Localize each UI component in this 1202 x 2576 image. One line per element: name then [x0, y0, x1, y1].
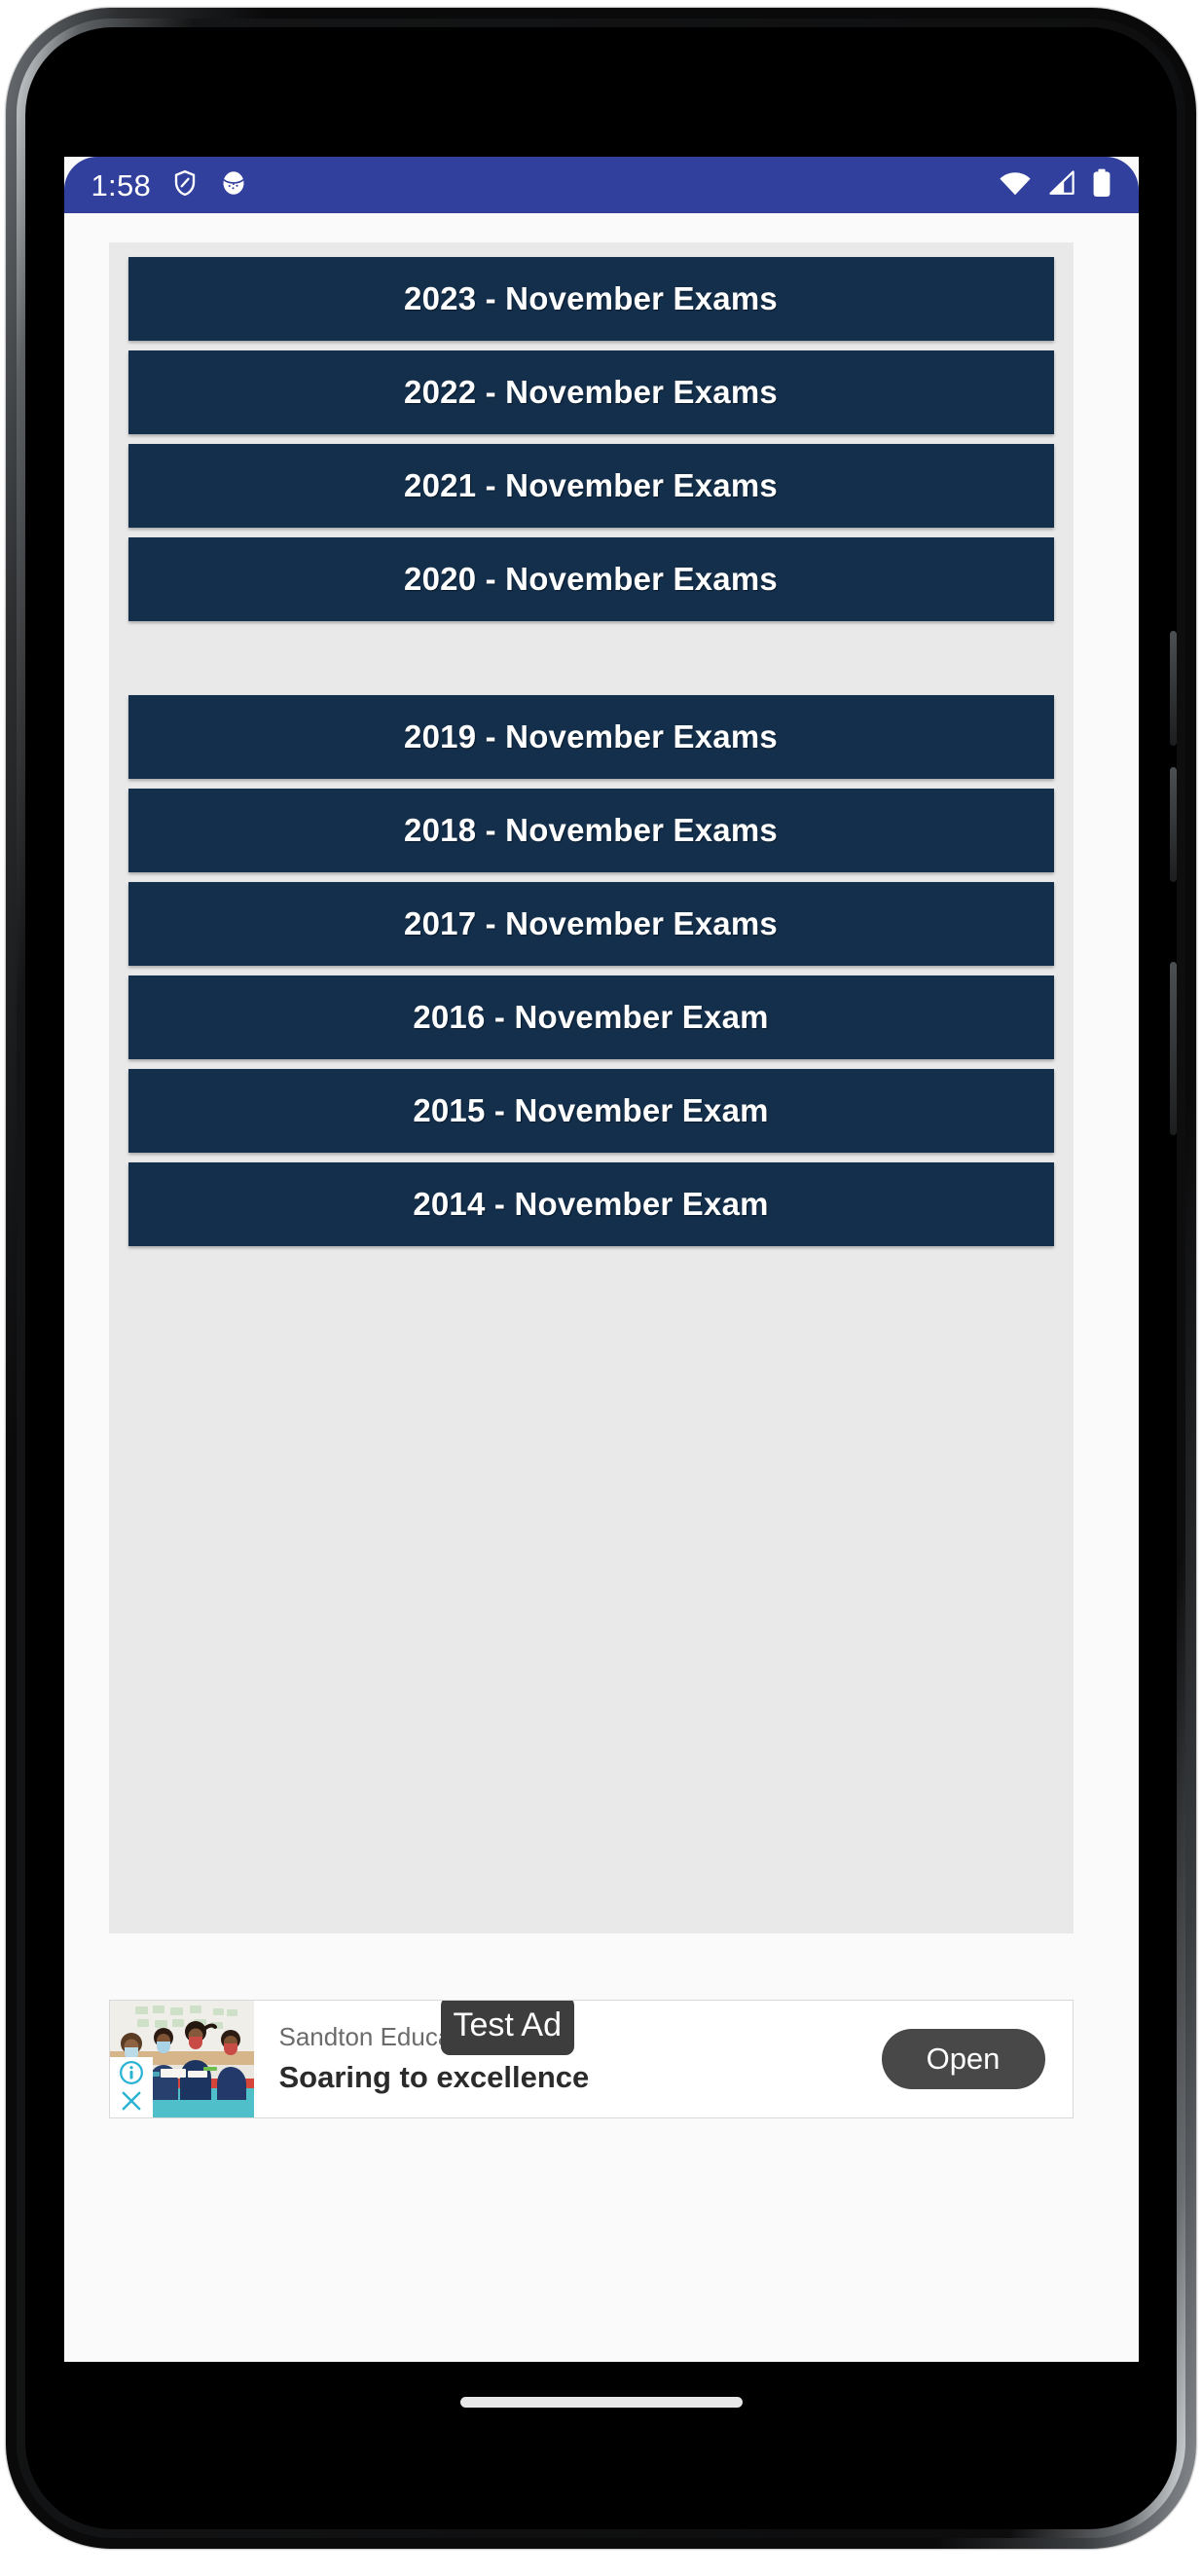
app-window: 1:58 2023 - November Exams 2022 - Novemb… — [63, 43, 1139, 2514]
power-button[interactable] — [1170, 962, 1177, 1135]
phone-frame-middle: 1:58 2023 - November Exams 2022 - Novemb… — [17, 18, 1185, 2538]
cellular-signal-icon — [1048, 169, 1075, 201]
exam-button-label: 2015 - November Exam — [413, 1092, 769, 1128]
browser-icon — [219, 168, 248, 202]
exam-button-2022[interactable]: 2022 - November Exams — [127, 350, 1054, 434]
exam-button-label: 2014 - November Exam — [413, 1186, 769, 1222]
status-bar: 1:58 — [63, 157, 1139, 213]
volume-up-button[interactable] — [1170, 631, 1177, 746]
system-navigation-bar — [63, 2362, 1139, 2514]
status-bar-clock: 1:58 — [91, 167, 152, 202]
ad-open-button[interactable]: Open — [881, 2029, 1045, 2089]
exam-button-label: 2020 - November Exams — [404, 561, 778, 597]
ad-text-block: Sandton Education Group Soaring to excel… — [254, 2001, 872, 2117]
exam-list-panel: 2023 - November Exams 2022 - November Ex… — [108, 242, 1074, 1933]
battery-icon — [1092, 168, 1111, 202]
phone-frame-inner: 1:58 2023 - November Exams 2022 - Novemb… — [25, 27, 1177, 2529]
exam-button-2014[interactable]: 2014 - November Exam — [127, 1162, 1054, 1246]
exam-button-label: 2022 - November Exams — [404, 374, 778, 410]
test-ad-badge: Test Ad — [440, 2001, 575, 2055]
exam-button-2021[interactable]: 2021 - November Exams — [127, 444, 1054, 528]
ad-badge-group — [109, 2056, 153, 2117]
ad-close-icon[interactable] — [119, 2088, 144, 2114]
exam-button-2017[interactable]: 2017 - November Exams — [127, 882, 1054, 966]
ad-info-icon[interactable] — [119, 2060, 144, 2085]
ad-banner[interactable]: Sandton Education Group Soaring to excel… — [108, 2000, 1074, 2118]
exam-button-label: 2017 - November Exams — [404, 905, 778, 941]
home-gesture-bar[interactable] — [459, 2397, 743, 2408]
ad-thumbnail[interactable] — [109, 2001, 254, 2117]
status-bar-right-group — [999, 168, 1111, 202]
shield-icon — [170, 168, 200, 202]
phone-frame-outer: 1:58 2023 - November Exams 2022 - Novemb… — [6, 8, 1196, 2549]
volume-down-button[interactable] — [1170, 767, 1177, 882]
exam-button-2015[interactable]: 2015 - November Exam — [127, 1069, 1054, 1153]
exam-button-2020[interactable]: 2020 - November Exams — [127, 537, 1054, 621]
phone-screen: 1:58 2023 - November Exams 2022 - Novemb… — [63, 43, 1139, 2514]
ad-advertiser-name: Sandton Education Group — [278, 2022, 570, 2052]
exam-button-label: 2016 - November Exam — [413, 999, 769, 1035]
exam-button-2018[interactable]: 2018 - November Exams — [127, 789, 1054, 872]
exam-button-label: 2018 - November Exams — [404, 812, 778, 848]
status-bar-left-group: 1:58 — [91, 168, 249, 202]
exam-button-2019[interactable]: 2019 - November Exams — [127, 695, 1054, 779]
exam-button-label: 2021 - November Exams — [404, 467, 778, 503]
exam-button-label: 2019 - November Exams — [404, 718, 778, 754]
wifi-icon — [999, 170, 1032, 201]
screenshot-stage: 1:58 2023 - November Exams 2022 - Novemb… — [0, 0, 1202, 2576]
exam-button-2023[interactable]: 2023 - November Exams — [127, 257, 1054, 341]
ad-headline: Soaring to excellence — [278, 2059, 590, 2094]
exam-list: 2023 - November Exams 2022 - November Ex… — [127, 257, 1054, 1256]
exam-button-2016[interactable]: 2016 - November Exam — [127, 975, 1054, 1059]
exam-button-label: 2023 - November Exams — [404, 280, 778, 316]
